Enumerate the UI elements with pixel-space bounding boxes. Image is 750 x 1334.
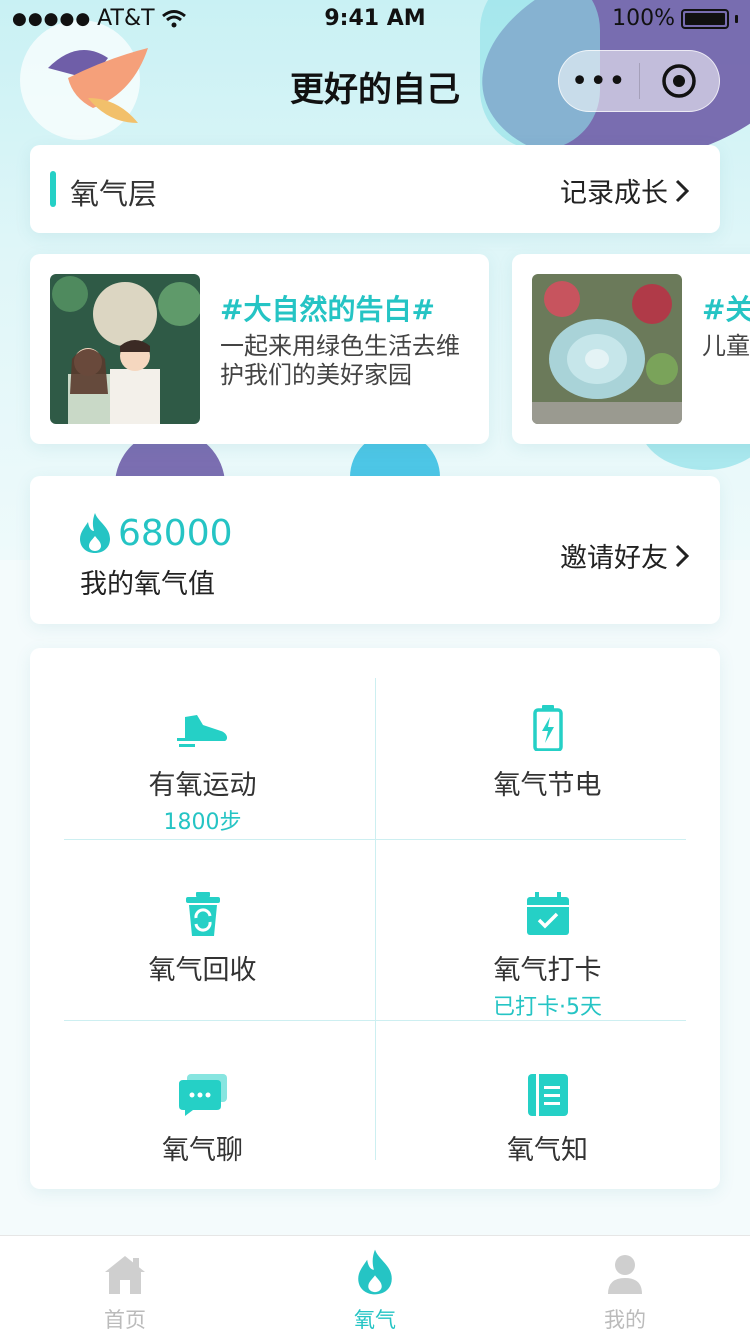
feature-name: 氧气回收 <box>148 955 257 986</box>
topic-title: #大自然的告白# <box>220 293 435 326</box>
oxygen-value-card: 68000 我的氧气值 邀请好友 <box>30 476 720 624</box>
feature-grid: 有氧运动 1800步 氧气节电 氧气回收 氧气打卡 已打卡·5天 氧气聊 氧气知 <box>30 648 720 1189</box>
oxygen-value: 68000 <box>78 512 233 554</box>
feature-subtext: 已打卡·5天 <box>493 995 602 1020</box>
chevron-right-icon <box>675 179 690 202</box>
feature-name: 有氧运动 <box>148 770 257 801</box>
battery-percent: 100% <box>612 6 675 31</box>
battery-charge-icon <box>532 705 563 751</box>
calendar-check-icon <box>526 892 569 935</box>
sneaker-icon <box>176 715 227 747</box>
topic-card[interactable]: #大自然的告白# 一起来用绿色生活去维护我们的美好家园 <box>30 254 489 444</box>
topic-title: #关 <box>702 293 750 326</box>
miniprogram-capsule: ••• <box>558 50 720 112</box>
battery-icon <box>681 8 729 29</box>
feature-subtext: 1800步 <box>163 810 242 835</box>
tab-oxygen[interactable]: 氧气 <box>250 1236 500 1334</box>
topic-description: 一起来用绿色生活去维护我们的美好家园 <box>220 332 460 389</box>
status-bar: ●●●●● AT&T 9:41 AM 100% <box>0 0 750 40</box>
oxygen-value-label: 我的氧气值 <box>80 569 215 600</box>
feature-aerobic-exercise[interactable]: 有氧运动 1800步 <box>30 703 375 836</box>
feature-name: 氧气知 <box>507 1135 588 1166</box>
oxygen-value-number: 68000 <box>118 512 233 554</box>
feature-chat[interactable]: 氧气聊 <box>30 1068 375 1167</box>
feature-recycling[interactable]: 氧气回收 <box>30 888 375 987</box>
more-button[interactable]: ••• <box>559 64 639 99</box>
recycle-bin-icon <box>185 892 220 936</box>
feature-name: 氧气打卡 <box>493 955 602 986</box>
flame-icon <box>358 1249 392 1295</box>
tab-home[interactable]: 首页 <box>0 1236 250 1334</box>
link-label: 邀请好友 <box>560 543 668 574</box>
tab-label: 首页 <box>104 1308 146 1332</box>
topic-image <box>532 274 682 424</box>
home-icon <box>105 1256 145 1294</box>
record-growth-link[interactable]: 记录成长 <box>560 171 690 210</box>
link-label: 记录成长 <box>560 178 668 209</box>
battery-tip <box>735 14 738 23</box>
topic-image <box>50 274 200 424</box>
user-icon <box>608 1255 642 1294</box>
feature-check-in[interactable]: 氧气打卡 已打卡·5天 <box>375 888 720 1021</box>
close-button[interactable] <box>640 63 720 99</box>
chat-bubbles-icon <box>178 1074 227 1116</box>
accent-bar <box>50 171 56 207</box>
feature-knowledge[interactable]: 氧气知 <box>375 1068 720 1167</box>
tab-label: 我的 <box>604 1308 646 1332</box>
chevron-right-icon <box>675 544 690 567</box>
grid-divider <box>64 839 686 840</box>
tab-profile[interactable]: 我的 <box>500 1236 750 1334</box>
target-icon <box>662 64 696 98</box>
feature-name: 氧气聊 <box>162 1135 243 1166</box>
notebook-icon <box>527 1074 568 1116</box>
topic-description: 儿童好,让 <box>702 332 750 360</box>
flame-icon <box>80 513 110 553</box>
feature-power-saving[interactable]: 氧气节电 <box>375 703 720 802</box>
feature-name: 氧气节电 <box>493 770 602 801</box>
tab-bar: 首页 氧气 我的 <box>0 1235 750 1334</box>
section-title: 氧气层 <box>70 177 158 211</box>
invite-friends-link[interactable]: 邀请好友 <box>560 536 690 575</box>
tab-label: 氧气 <box>354 1308 396 1332</box>
topic-card[interactable]: #关 儿童好,让 <box>512 254 750 444</box>
oxygen-layer-card: 氧气层 记录成长 <box>30 145 720 233</box>
